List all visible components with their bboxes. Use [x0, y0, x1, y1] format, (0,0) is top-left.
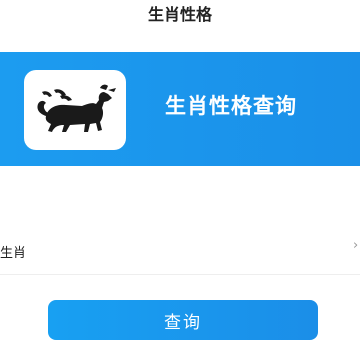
- banner-title: 生肖性格查询: [165, 94, 297, 118]
- divider: [0, 274, 360, 275]
- header-banner: 生肖性格查询: [0, 52, 360, 166]
- banner-logo: [24, 70, 126, 150]
- zodiac-field-label[interactable]: 生肖: [0, 242, 26, 261]
- query-button[interactable]: 查询: [48, 300, 318, 340]
- qilin-icon: [37, 84, 116, 132]
- chevron-right-icon[interactable]: ›: [353, 238, 358, 253]
- page-title: 生肖性格: [147, 5, 212, 24]
